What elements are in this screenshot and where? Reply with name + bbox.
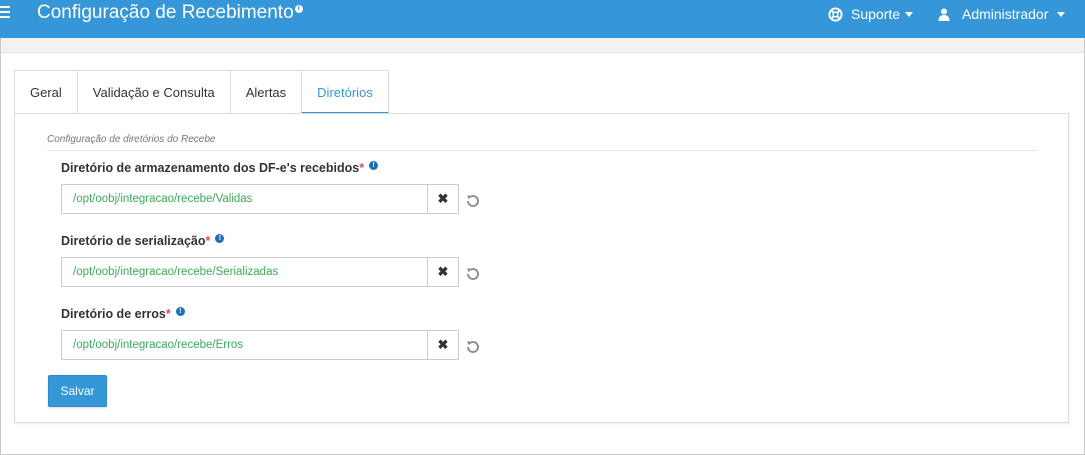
info-icon[interactable]: !	[215, 234, 225, 243]
tab-bar: Geral Validação e Consulta Alertas Diret…	[14, 70, 389, 114]
clear-icon[interactable]: ✖	[428, 330, 459, 360]
field-label-text: Diretório de serialização	[61, 234, 206, 248]
field-group-erros: ✖	[61, 330, 459, 360]
page-title: Configuração de Recebimento i	[37, 2, 303, 24]
title-info-icon[interactable]: i	[294, 5, 303, 13]
reset-icon[interactable]	[465, 266, 481, 282]
field-label-serializadas: Diretório de serialização*!	[61, 234, 225, 248]
reset-icon[interactable]	[465, 193, 481, 209]
clear-icon[interactable]: ✖	[428, 184, 459, 214]
top-navbar: Configuração de Recebimento i Suporte Adm…	[0, 0, 1085, 38]
hamburger-menu-icon[interactable]	[0, 6, 16, 20]
required-marker: *	[205, 234, 211, 248]
user-label: Administrador	[962, 6, 1049, 22]
user-icon	[938, 8, 950, 21]
chevron-down-icon	[1057, 11, 1066, 17]
section-divider	[47, 150, 1037, 151]
settings-panel: Configuração de diretórios do Recebe Dir…	[14, 113, 1069, 423]
clear-icon[interactable]: ✖	[428, 257, 459, 287]
page-title-text: Configuração de Recebimento	[37, 2, 294, 23]
required-marker: *	[359, 161, 365, 175]
tab-validacao-consulta[interactable]: Validação e Consulta	[76, 70, 231, 114]
field-group-validas: ✖	[61, 184, 459, 214]
save-button[interactable]: Salvar	[48, 375, 107, 407]
section-legend: Configuração de diretórios do Recebe	[47, 134, 216, 145]
tab-alertas[interactable]: Alertas	[229, 70, 303, 114]
field-label-text: Diretório de erros	[61, 307, 166, 321]
chevron-down-icon	[905, 11, 914, 17]
validas-directory-input[interactable]	[61, 184, 428, 214]
lifebuoy-icon	[828, 6, 843, 22]
field-label-validas: Diretório de armazenamento dos DF-e's re…	[61, 161, 379, 175]
reset-icon[interactable]	[465, 339, 481, 355]
info-icon[interactable]: !	[369, 161, 379, 170]
field-group-serializadas: ✖	[61, 257, 459, 287]
support-label: Suporte	[851, 6, 901, 22]
field-label-text: Diretório de armazenamento dos DF-e's re…	[61, 161, 360, 175]
tab-diretorios[interactable]: Diretórios	[301, 70, 389, 114]
tab-geral[interactable]: Geral	[14, 70, 78, 114]
field-label-erros: Diretório de erros*!	[61, 307, 185, 321]
errors-directory-input[interactable]	[61, 330, 428, 360]
support-menu[interactable]: Suporte	[828, 5, 914, 23]
serialization-directory-input[interactable]	[61, 257, 428, 287]
user-menu[interactable]: Administrador	[938, 5, 1066, 23]
subheader-bar	[1, 38, 1084, 53]
info-icon[interactable]: !	[175, 307, 185, 316]
required-marker: *	[165, 307, 171, 321]
